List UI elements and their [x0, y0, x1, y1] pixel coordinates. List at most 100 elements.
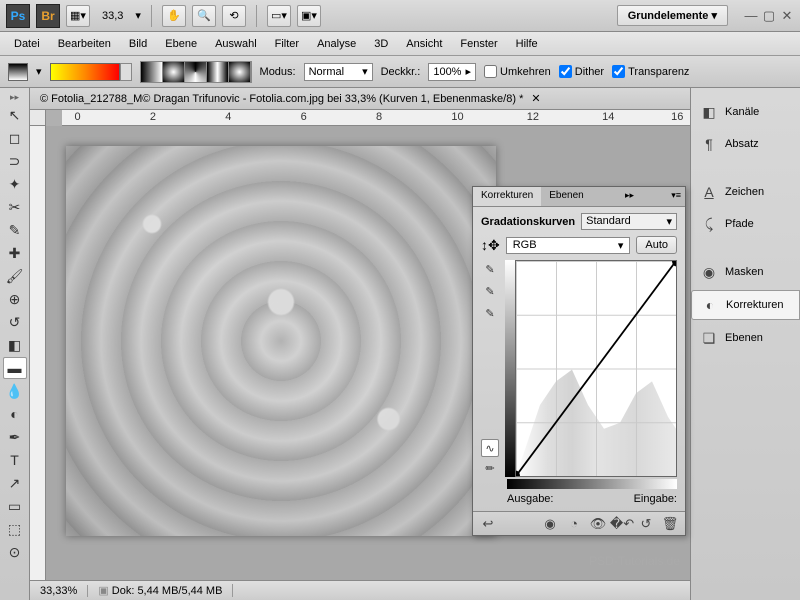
menu-datei[interactable]: Datei [6, 35, 48, 53]
pen-tool-icon[interactable]: ✒ [3, 426, 27, 448]
toolbox-collapse-icon[interactable]: ▸▸ [10, 92, 19, 103]
stamp-tool-icon[interactable]: ⊕ [3, 288, 27, 310]
curve-draw-mode-icon[interactable]: ✏ [481, 459, 499, 477]
panel-zeichen[interactable]: AZeichen [691, 178, 800, 206]
curve-grid[interactable] [515, 260, 677, 477]
gradient-picker-arrow[interactable] [120, 63, 132, 81]
character-icon: A [701, 184, 717, 200]
workspace-switcher[interactable]: Grundelemente ▾ [617, 5, 728, 26]
channel-select[interactable]: RGB▾ [506, 237, 631, 254]
type-tool-icon[interactable]: T [3, 449, 27, 471]
panel-menu-icon[interactable]: ▾≡ [667, 187, 685, 206]
menu-hilfe[interactable]: Hilfe [508, 35, 546, 53]
wand-tool-icon[interactable]: ✦ [3, 173, 27, 195]
close-icon[interactable]: ✕ [780, 9, 794, 23]
menu-analyse[interactable]: Analyse [309, 35, 364, 53]
panel-absatz[interactable]: ¶Absatz [691, 130, 800, 158]
gradient-type-group [140, 61, 252, 83]
status-doc-info[interactable]: ▣ Dok: 5,44 MB/5,44 MB [88, 584, 233, 597]
panel-expand-icon[interactable]: ▸▸ [621, 187, 638, 206]
ruler-vertical[interactable] [30, 126, 46, 580]
menu-bild[interactable]: Bild [121, 35, 155, 53]
reverse-checkbox[interactable]: Umkehren [484, 65, 551, 78]
maximize-icon[interactable]: ▢ [762, 9, 776, 23]
hand-tool-icon[interactable]: ✋ [162, 5, 186, 27]
arrange-docs-icon[interactable]: ▭▾ [267, 5, 291, 27]
app-top-bar: Ps Br ▦▾ 33,3▾ ✋ 🔍 ⟲ ▭▾ ▣▾ Grundelemente… [0, 0, 800, 32]
document-close-icon[interactable]: ✕ [531, 92, 540, 105]
visibility-icon[interactable]: 👁 [589, 515, 607, 533]
previous-state-icon[interactable]: �↶ [613, 515, 631, 533]
clip-layer-icon[interactable]: ◔ [565, 515, 583, 533]
tab-ebenen[interactable]: Ebenen [541, 187, 591, 206]
healing-tool-icon[interactable]: ✚ [3, 242, 27, 264]
gradient-reflected[interactable] [207, 62, 229, 82]
move-tool-icon[interactable]: ↖ [3, 104, 27, 126]
panel-kanaele[interactable]: ◧Kanäle [691, 98, 800, 126]
minimize-icon[interactable]: — [744, 9, 758, 23]
gradient-angle[interactable] [185, 62, 207, 82]
black-point-eyedropper-icon[interactable]: ✎ [481, 260, 499, 278]
crop-tool-icon[interactable]: ✂ [3, 196, 27, 218]
lasso-tool-icon[interactable]: ⊃ [3, 150, 27, 172]
zoom-tool-icon[interactable]: 🔍 [192, 5, 216, 27]
tool-preset-icon[interactable] [8, 63, 28, 81]
paths-icon: ⤹ [701, 216, 717, 232]
output-gradient-strip [505, 260, 515, 477]
eraser-tool-icon[interactable]: ◧ [3, 334, 27, 356]
curve-point-mode-icon[interactable]: ∿ [481, 439, 499, 457]
3d-camera-icon[interactable]: ⊙ [3, 541, 27, 563]
screen-mode-icon[interactable]: ▣▾ [297, 5, 321, 27]
transparency-checkbox[interactable]: Transparenz [612, 65, 689, 78]
opacity-input[interactable]: 100%▸ [428, 63, 476, 81]
ruler-origin[interactable] [30, 110, 46, 126]
ruler-horizontal[interactable]: 0246810121416 [62, 110, 690, 126]
tab-korrekturen[interactable]: Korrekturen [473, 187, 541, 206]
watermark: PSD-Tutorials.de [589, 554, 680, 568]
gradient-radial[interactable] [163, 62, 185, 82]
reset-icon[interactable]: ↺ [637, 515, 655, 533]
expand-view-icon[interactable]: ◉ [541, 515, 559, 533]
return-arrow-icon[interactable]: ↩ [479, 515, 497, 533]
status-zoom[interactable]: 33,33% [30, 585, 88, 597]
gradient-diamond[interactable] [229, 62, 251, 82]
panel-masken[interactable]: ◉Masken [691, 258, 800, 286]
brush-tool-icon[interactable]: 🖌 [3, 265, 27, 287]
shape-tool-icon[interactable]: ▭ [3, 495, 27, 517]
eyedropper-tool-icon[interactable]: ✎ [3, 219, 27, 241]
rotate-view-icon[interactable]: ⟲ [222, 5, 246, 27]
menu-fenster[interactable]: Fenster [452, 35, 505, 53]
gradient-linear[interactable] [141, 62, 163, 82]
panel-ebenen[interactable]: ❏Ebenen [691, 324, 800, 352]
view-extras-icon[interactable]: ▦▾ [66, 5, 90, 27]
zoom-level[interactable]: 33,3 [96, 10, 129, 22]
auto-button[interactable]: Auto [636, 236, 677, 254]
bridge-icon[interactable]: Br [36, 4, 60, 28]
dodge-tool-icon[interactable]: ◐ [3, 403, 27, 425]
history-brush-icon[interactable]: ↺ [3, 311, 27, 333]
gray-point-eyedropper-icon[interactable]: ✎ [481, 282, 499, 300]
menu-bearbeiten[interactable]: Bearbeiten [50, 35, 119, 53]
marquee-tool-icon[interactable]: ◻ [3, 127, 27, 149]
panel-pfade[interactable]: ⤹Pfade [691, 210, 800, 238]
output-label: Ausgabe: [507, 493, 553, 505]
3d-tool-icon[interactable]: ⬚ [3, 518, 27, 540]
white-point-eyedropper-icon[interactable]: ✎ [481, 304, 499, 322]
curves-panel-footer: ↩ ◉ ◔ 👁 �↶ ↺ 🗑 [473, 511, 685, 535]
path-select-icon[interactable]: ↗ [3, 472, 27, 494]
panel-korrekturen[interactable]: ◐Korrekturen [691, 290, 800, 320]
blur-tool-icon[interactable]: 💧 [3, 380, 27, 402]
delete-icon[interactable]: 🗑 [661, 515, 679, 533]
gradient-preview[interactable] [50, 63, 120, 81]
menu-3d[interactable]: 3D [366, 35, 396, 53]
menu-ebene[interactable]: Ebene [157, 35, 205, 53]
blend-mode-select[interactable]: Normal▾ [304, 63, 373, 81]
menu-auswahl[interactable]: Auswahl [207, 35, 265, 53]
preset-select[interactable]: Standard▾ [581, 213, 677, 230]
document-tab[interactable]: © Fotolia_212788_M© Dragan Trifunovic - … [30, 88, 690, 110]
gradient-tool-icon[interactable]: ▬ [3, 357, 27, 379]
menu-filter[interactable]: Filter [267, 35, 307, 53]
menu-ansicht[interactable]: Ansicht [398, 35, 450, 53]
dither-checkbox[interactable]: Dither [559, 65, 604, 78]
target-adjust-icon[interactable]: ↕✥ [481, 237, 500, 254]
